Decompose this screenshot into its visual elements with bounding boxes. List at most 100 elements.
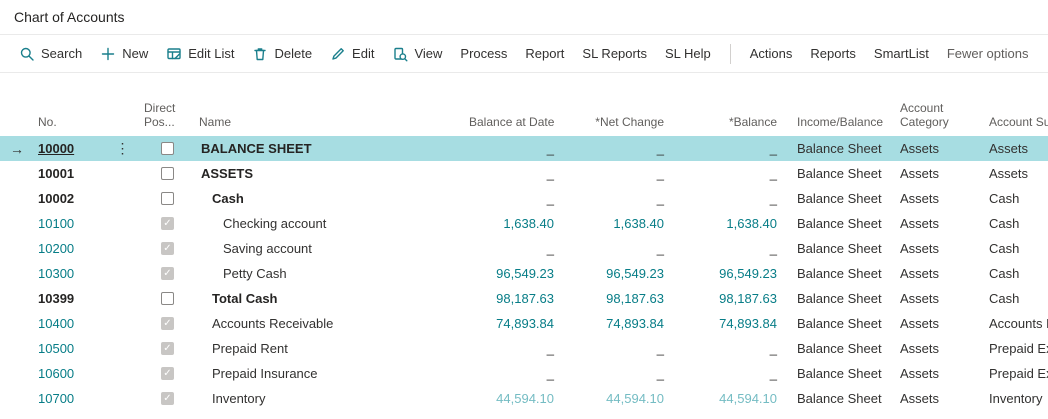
- balance-at-date-cell[interactable]: 44,594.10: [465, 391, 560, 406]
- account-name-cell[interactable]: Petty Cash: [195, 266, 465, 281]
- account-category-cell[interactable]: Assets: [888, 191, 973, 206]
- table-row[interactable]: 10500 ✓ Prepaid Rent _ _ _ Balance Sheet Assets…: [0, 336, 1048, 361]
- toolbar-actions-button[interactable]: Actions: [741, 40, 802, 67]
- account-name-cell[interactable]: Accounts Receivable: [195, 316, 465, 331]
- table-row[interactable]: 10200 ✓ Saving account _ _ _ Balance Sheet Asse…: [0, 236, 1048, 261]
- account-category-cell[interactable]: Assets: [888, 141, 973, 156]
- account-category-cell[interactable]: Assets: [888, 166, 973, 181]
- amount-drilldown-link[interactable]: 44,594.10: [719, 391, 777, 406]
- toolbar-sl-reports-button[interactable]: SL Reports: [573, 40, 656, 67]
- direct-posting-checkbox[interactable]: ✓: [161, 317, 174, 330]
- amount-drilldown-link[interactable]: 74,893.84: [719, 316, 777, 331]
- balance-cell[interactable]: 98,187.63: [670, 291, 783, 306]
- account-category-cell[interactable]: Assets: [888, 216, 973, 231]
- net-change-cell[interactable]: 96,549.23: [560, 266, 670, 281]
- toolbar-smartlist-button[interactable]: SmartList: [865, 40, 938, 67]
- account-subcategory-cell[interactable]: Cash: [973, 291, 1048, 306]
- account-subcategory-cell[interactable]: Prepaid Expenses: [973, 341, 1048, 356]
- table-row[interactable]: 10002 Cash _ _ _ Balance Sheet Assets Cash: [0, 186, 1048, 211]
- row-context-menu-icon[interactable]: ⋮: [109, 140, 136, 157]
- account-subcategory-cell[interactable]: Cash: [973, 216, 1048, 231]
- toolbar-reports-button[interactable]: Reports: [801, 40, 865, 67]
- income-balance-cell[interactable]: Balance Sheet: [783, 241, 888, 256]
- income-balance-cell[interactable]: Balance Sheet: [783, 341, 888, 356]
- toolbar-new-button[interactable]: New: [91, 40, 157, 68]
- account-name-cell[interactable]: Inventory: [195, 391, 465, 406]
- column-header-income-balance[interactable]: Income/Balance: [783, 115, 888, 129]
- account-name-cell[interactable]: Prepaid Insurance: [195, 366, 465, 381]
- direct-posting-checkbox[interactable]: [161, 192, 174, 205]
- column-header-balance[interactable]: *Balance: [670, 115, 783, 129]
- account-subcategory-cell[interactable]: Accounts Receivable: [973, 316, 1048, 331]
- account-name-cell[interactable]: ASSETS: [195, 166, 465, 181]
- account-subcategory-cell[interactable]: Assets: [973, 141, 1048, 156]
- column-header-account-category[interactable]: Account Category: [888, 101, 973, 129]
- account-category-cell[interactable]: Assets: [888, 316, 973, 331]
- balance-at-date-cell[interactable]: 98,187.63: [465, 291, 560, 306]
- balance-cell[interactable]: 44,594.10: [670, 391, 783, 406]
- table-row[interactable]: → 10000 ⋮ BALANCE SHEET _ _ _ Balance Sheet Asse…: [0, 136, 1048, 161]
- direct-posting-checkbox[interactable]: [161, 142, 174, 155]
- account-name-cell[interactable]: Cash: [195, 191, 465, 206]
- table-row[interactable]: 10600 ✓ Prepaid Insurance _ _ _ Balance Sheet A…: [0, 361, 1048, 386]
- direct-posting-checkbox[interactable]: ✓: [161, 392, 174, 405]
- amount-drilldown-link[interactable]: 74,893.84: [496, 316, 554, 331]
- account-subcategory-cell[interactable]: Prepaid Expenses: [973, 366, 1048, 381]
- amount-drilldown-link[interactable]: 1,638.40: [503, 216, 554, 231]
- table-row[interactable]: 10399 Total Cash 98,187.63 98,187.63 98,187.…: [0, 286, 1048, 311]
- balance-at-date-cell[interactable]: 96,549.23: [465, 266, 560, 281]
- account-category-cell[interactable]: Assets: [888, 366, 973, 381]
- income-balance-cell[interactable]: Balance Sheet: [783, 141, 888, 156]
- amount-drilldown-link[interactable]: 1,638.40: [726, 216, 777, 231]
- account-no-link[interactable]: 10000: [38, 141, 74, 156]
- account-no-link[interactable]: 10399: [38, 291, 74, 306]
- net-change-cell[interactable]: 74,893.84: [560, 316, 670, 331]
- amount-drilldown-link[interactable]: 74,893.84: [606, 316, 664, 331]
- income-balance-cell[interactable]: Balance Sheet: [783, 291, 888, 306]
- amount-drilldown-link[interactable]: 96,549.23: [606, 266, 664, 281]
- account-subcategory-cell[interactable]: Inventory: [973, 391, 1048, 406]
- income-balance-cell[interactable]: Balance Sheet: [783, 266, 888, 281]
- income-balance-cell[interactable]: Balance Sheet: [783, 316, 888, 331]
- table-row[interactable]: 10400 ✓ Accounts Receivable 74,893.84 74,893…: [0, 311, 1048, 336]
- balance-at-date-cell[interactable]: 74,893.84: [465, 316, 560, 331]
- account-no-link[interactable]: 10700: [38, 391, 74, 406]
- account-category-cell[interactable]: Assets: [888, 391, 973, 406]
- account-category-cell[interactable]: Assets: [888, 241, 973, 256]
- account-no-link[interactable]: 10400: [38, 316, 74, 331]
- income-balance-cell[interactable]: Balance Sheet: [783, 216, 888, 231]
- toolbar-sl-help-button[interactable]: SL Help: [656, 40, 720, 67]
- account-subcategory-cell[interactable]: Cash: [973, 241, 1048, 256]
- account-no-link[interactable]: 10002: [38, 191, 74, 206]
- account-name-cell[interactable]: Checking account: [195, 216, 465, 231]
- income-balance-cell[interactable]: Balance Sheet: [783, 191, 888, 206]
- table-row[interactable]: 10300 ✓ Petty Cash 96,549.23 96,549.23 96,549…: [0, 261, 1048, 286]
- direct-posting-checkbox[interactable]: ✓: [161, 367, 174, 380]
- account-subcategory-cell[interactable]: Cash: [973, 266, 1048, 281]
- direct-posting-checkbox[interactable]: ✓: [161, 342, 174, 355]
- direct-posting-checkbox[interactable]: ✓: [161, 242, 174, 255]
- amount-drilldown-link[interactable]: 44,594.10: [606, 391, 664, 406]
- direct-posting-checkbox[interactable]: ✓: [161, 217, 174, 230]
- balance-at-date-cell[interactable]: 1,638.40: [465, 216, 560, 231]
- direct-posting-checkbox[interactable]: ✓: [161, 267, 174, 280]
- account-category-cell[interactable]: Assets: [888, 291, 973, 306]
- table-row[interactable]: 10100 ✓ Checking account 1,638.40 1,638.40 1,…: [0, 211, 1048, 236]
- income-balance-cell[interactable]: Balance Sheet: [783, 391, 888, 406]
- toolbar-edit-button[interactable]: Edit: [321, 40, 383, 68]
- column-header-account-subcategory[interactable]: Account Subcategory: [973, 115, 1048, 129]
- amount-drilldown-link[interactable]: 96,549.23: [496, 266, 554, 281]
- income-balance-cell[interactable]: Balance Sheet: [783, 366, 888, 381]
- direct-posting-checkbox[interactable]: [161, 292, 174, 305]
- account-subcategory-cell[interactable]: Assets: [973, 166, 1048, 181]
- toolbar-fewer-options-button[interactable]: Fewer options: [938, 40, 1038, 67]
- account-no-link[interactable]: 10300: [38, 266, 74, 281]
- amount-drilldown-link[interactable]: 96,549.23: [719, 266, 777, 281]
- column-header-no[interactable]: No.: [34, 115, 105, 129]
- net-change-cell[interactable]: 1,638.40: [560, 216, 670, 231]
- toolbar-search-button[interactable]: Search: [10, 40, 91, 68]
- account-category-cell[interactable]: Assets: [888, 341, 973, 356]
- column-header-name[interactable]: Name: [195, 115, 465, 129]
- amount-drilldown-link[interactable]: 44,594.10: [496, 391, 554, 406]
- balance-cell[interactable]: 96,549.23: [670, 266, 783, 281]
